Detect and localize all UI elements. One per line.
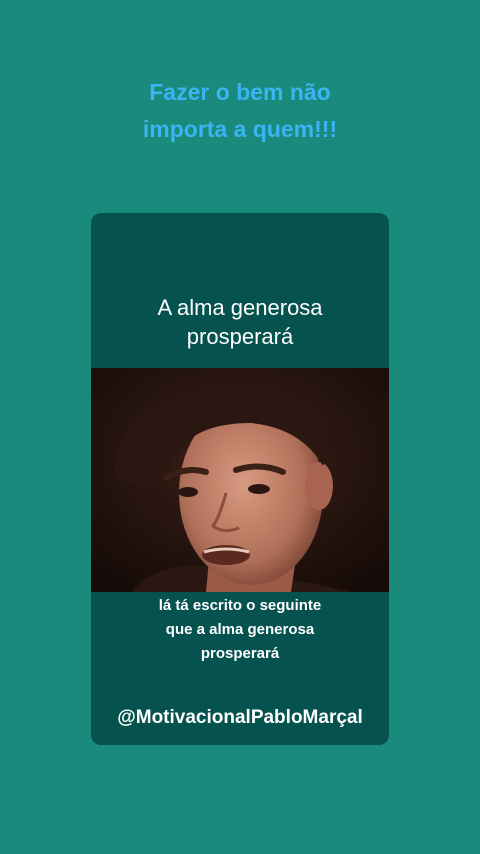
subtitle-line-2: que a alma generosa [165,621,315,638]
headline-line-2: importa a quem!!! [142,116,338,142]
headline-line-1: Fazer o bem não [149,79,331,105]
speaker-portrait [91,368,389,592]
channel-handle[interactable]: @MotivacionalPabloMarçal [91,707,389,729]
post-headline: Fazer o bem não importa a quem!!! [0,74,480,148]
video-title-line-1: A alma generosa [157,295,323,320]
video-subtitles: lá tá escrito o seguinte que a alma gene… [91,594,389,666]
subtitle-line-3: prosperará [200,645,280,662]
subtitle-line-1: lá tá escrito o seguinte [158,597,322,614]
video-title-line-2: prosperará [186,324,294,349]
video-card[interactable]: A alma generosa prosperará lá tá escrito… [91,213,389,745]
video-title: A alma generosa prosperará [91,293,389,351]
video-frame[interactable] [91,368,389,592]
